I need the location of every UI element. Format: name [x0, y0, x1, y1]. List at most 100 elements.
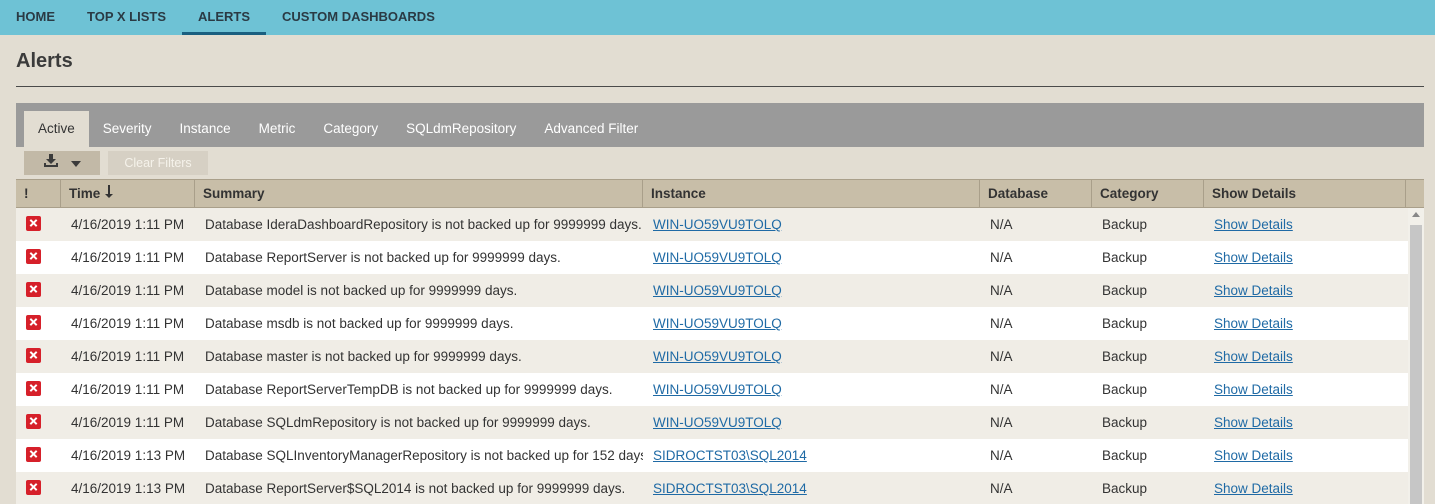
instance-link[interactable]: WIN-UO59VU9TOLQ: [653, 415, 782, 430]
tab-metric[interactable]: Metric: [245, 111, 310, 147]
instance-link[interactable]: WIN-UO59VU9TOLQ: [653, 349, 782, 364]
alert-category: Backup: [1102, 316, 1148, 331]
alert-category: Backup: [1102, 250, 1148, 265]
table-row[interactable]: 4/16/2019 1:11 PM Database ReportServer i…: [16, 241, 1424, 274]
show-details-link[interactable]: Show Details: [1214, 481, 1293, 496]
alert-time: 4/16/2019 1:11 PM: [71, 250, 185, 265]
alert-category: Backup: [1102, 448, 1148, 463]
column-header-time[interactable]: Time: [61, 180, 195, 207]
clear-filters-button[interactable]: Clear Filters: [108, 151, 208, 175]
alert-database: N/A: [990, 316, 1013, 331]
alert-summary: Database SQLdmRepository is not backed u…: [205, 415, 591, 430]
tab-severity[interactable]: Severity: [89, 111, 166, 147]
show-details-link[interactable]: Show Details: [1214, 283, 1293, 298]
alert-time: 4/16/2019 1:11 PM: [71, 217, 185, 232]
critical-error-icon: [26, 413, 41, 429]
instance-link[interactable]: WIN-UO59VU9TOLQ: [653, 382, 782, 397]
instance-link[interactable]: WIN-UO59VU9TOLQ: [653, 316, 782, 331]
alert-database: N/A: [990, 217, 1013, 232]
table-row[interactable]: 4/16/2019 1:11 PM Database IderaDashboard…: [16, 208, 1424, 241]
caret-down-icon: [71, 154, 81, 172]
alert-category: Backup: [1102, 382, 1148, 397]
scroll-up-arrow-icon[interactable]: [1412, 212, 1420, 217]
show-details-link[interactable]: Show Details: [1214, 382, 1293, 397]
instance-link[interactable]: WIN-UO59VU9TOLQ: [653, 283, 782, 298]
top-navigation: HOME TOP X LISTS ALERTS CUSTOM DASHBOARD…: [0, 0, 1435, 35]
page-title: Alerts: [16, 50, 73, 72]
download-icon: [43, 153, 59, 173]
critical-error-icon: [26, 215, 41, 231]
tab-category[interactable]: Category: [309, 111, 392, 147]
grid-toolbar: Clear Filters: [24, 151, 208, 175]
nav-item-top-x-lists[interactable]: TOP X LISTS: [71, 0, 182, 35]
table-row[interactable]: 4/16/2019 1:11 PM Database msdb is not ba…: [16, 307, 1424, 340]
column-header-instance[interactable]: Instance: [643, 180, 980, 207]
alert-category: Backup: [1102, 283, 1148, 298]
column-header-spacer: [1406, 180, 1424, 207]
alert-database: N/A: [990, 382, 1013, 397]
critical-error-icon: [26, 314, 41, 330]
alert-database: N/A: [990, 283, 1013, 298]
alert-summary: Database master is not backed up for 999…: [205, 349, 522, 364]
critical-error-icon: [26, 479, 41, 495]
instance-link[interactable]: SIDROCTST03\SQL2014: [653, 481, 807, 496]
scroll-thumb[interactable]: [1410, 225, 1422, 504]
instance-link[interactable]: WIN-UO59VU9TOLQ: [653, 250, 782, 265]
alert-category: Backup: [1102, 481, 1148, 496]
alert-time: 4/16/2019 1:11 PM: [71, 283, 185, 298]
show-details-link[interactable]: Show Details: [1214, 217, 1293, 232]
column-header-summary[interactable]: Summary: [195, 180, 643, 207]
alert-database: N/A: [990, 250, 1013, 265]
show-details-link[interactable]: Show Details: [1214, 250, 1293, 265]
alert-summary: Database SQLInventoryManagerRepository i…: [205, 448, 643, 463]
table-row[interactable]: 4/16/2019 1:13 PM Database ReportServer$S…: [16, 472, 1424, 504]
show-details-link[interactable]: Show Details: [1214, 349, 1293, 364]
alert-summary: Database IderaDashboardRepository is not…: [205, 217, 642, 232]
nav-item-home[interactable]: HOME: [0, 0, 71, 35]
alert-category: Backup: [1102, 349, 1148, 364]
title-divider: [16, 86, 1424, 87]
tab-advanced-filter[interactable]: Advanced Filter: [530, 111, 652, 147]
column-header-category[interactable]: Category: [1092, 180, 1204, 207]
table-row[interactable]: 4/16/2019 1:13 PM Database SQLInventoryMa…: [16, 439, 1424, 472]
tab-sqldmrepository[interactable]: SQLdmRepository: [392, 111, 530, 147]
table-row[interactable]: 4/16/2019 1:11 PM Database master is not …: [16, 340, 1424, 373]
instance-link[interactable]: WIN-UO59VU9TOLQ: [653, 217, 782, 232]
export-button[interactable]: [24, 151, 100, 175]
column-header-show-details[interactable]: Show Details: [1204, 180, 1406, 207]
column-header-severity[interactable]: !: [16, 180, 61, 207]
alert-summary: Database ReportServer$SQL2014 is not bac…: [205, 481, 626, 496]
tab-instance[interactable]: Instance: [166, 111, 245, 147]
alert-database: N/A: [990, 415, 1013, 430]
critical-error-icon: [26, 380, 41, 396]
column-header-database[interactable]: Database: [980, 180, 1092, 207]
critical-error-icon: [26, 281, 41, 297]
instance-link[interactable]: SIDROCTST03\SQL2014: [653, 448, 807, 463]
show-details-link[interactable]: Show Details: [1214, 316, 1293, 331]
alert-database: N/A: [990, 349, 1013, 364]
alert-summary: Database msdb is not backed up for 99999…: [205, 316, 514, 331]
alerts-grid: ! Time Summary Instance Database Categor…: [16, 179, 1424, 504]
table-row[interactable]: 4/16/2019 1:11 PM Database ReportServerTe…: [16, 373, 1424, 406]
table-row[interactable]: 4/16/2019 1:11 PM Database SQLdmRepositor…: [16, 406, 1424, 439]
show-details-link[interactable]: Show Details: [1214, 415, 1293, 430]
alert-summary: Database model is not backed up for 9999…: [205, 283, 518, 298]
alert-time: 4/16/2019 1:11 PM: [71, 349, 185, 364]
alert-time: 4/16/2019 1:11 PM: [71, 382, 185, 397]
vertical-scrollbar[interactable]: [1408, 208, 1424, 504]
show-details-link[interactable]: Show Details: [1214, 448, 1293, 463]
critical-error-icon: [26, 446, 41, 462]
tab-active[interactable]: Active: [24, 111, 89, 147]
critical-error-icon: [26, 347, 41, 363]
table-row[interactable]: 4/16/2019 1:11 PM Database model is not b…: [16, 274, 1424, 307]
alert-category: Backup: [1102, 415, 1148, 430]
alert-category: Backup: [1102, 217, 1148, 232]
alert-summary: Database ReportServer is not backed up f…: [205, 250, 561, 265]
alert-time: 4/16/2019 1:13 PM: [71, 448, 186, 463]
nav-item-custom-dashboards[interactable]: CUSTOM DASHBOARDS: [266, 0, 451, 35]
nav-item-alerts[interactable]: ALERTS: [181, 0, 266, 35]
alert-summary: Database ReportServerTempDB is not backe…: [205, 382, 613, 397]
filter-tab-bar: Active Severity Instance Metric Category…: [16, 103, 1424, 147]
arrow-down-icon: [104, 180, 114, 208]
alert-time: 4/16/2019 1:11 PM: [71, 316, 185, 331]
